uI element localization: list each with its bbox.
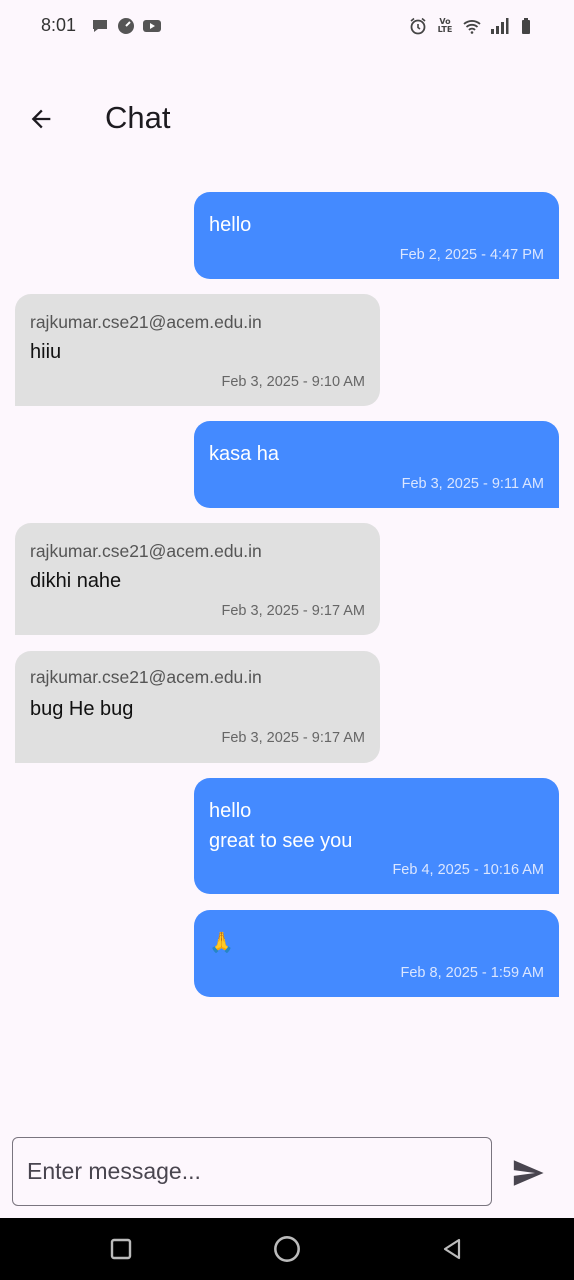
message-timestamp: Feb 3, 2025 - 9:17 AM — [221, 730, 365, 746]
recents-button[interactable] — [106, 1234, 136, 1264]
message-text: dikhi nahe — [30, 570, 122, 592]
back-triangle-icon — [443, 1238, 461, 1260]
send-button[interactable] — [506, 1151, 550, 1195]
message-input[interactable] — [12, 1137, 492, 1206]
back-button[interactable] — [18, 96, 64, 142]
message-timestamp: Feb 3, 2025 - 9:11 AM — [401, 476, 544, 492]
message-timestamp: Feb 3, 2025 - 9:10 AM — [221, 374, 365, 390]
message-sender: rajkumar.cse21@acem.edu.in — [30, 312, 262, 332]
send-icon — [513, 1160, 544, 1186]
signal-icon — [489, 16, 509, 36]
status-time: 8:01 — [41, 15, 77, 35]
message-bubble-sent[interactable]: kasa ha Feb 3, 2025 - 9:11 AM — [194, 421, 559, 508]
message-timestamp: Feb 8, 2025 - 1:59 AM — [400, 965, 544, 981]
message-text: bug He bug — [30, 698, 134, 720]
system-icons: Vo LTE — [408, 16, 536, 36]
wifi-icon — [462, 16, 482, 36]
volte-icon: Vo LTE — [437, 17, 453, 34]
home-button[interactable] — [272, 1234, 302, 1264]
speedometer-icon — [116, 16, 136, 36]
message-bubble-received[interactable]: rajkumar.cse21@acem.edu.in bug He bug Fe… — [15, 651, 380, 763]
app-bar: Chat — [0, 72, 574, 164]
status-bar: 8:01 Vo LTE — [0, 0, 574, 52]
nav-back-button[interactable] — [437, 1234, 467, 1264]
message-bubble-sent[interactable]: 🙏 Feb 8, 2025 - 1:59 AM — [194, 910, 559, 997]
message-timestamp: Feb 4, 2025 - 10:16 AM — [392, 862, 544, 878]
page-title: Chat — [105, 100, 171, 135]
message-bubble-sent[interactable]: hello Feb 2, 2025 - 4:47 PM — [194, 192, 559, 279]
alarm-icon — [408, 16, 428, 36]
system-nav-bar — [0, 1218, 574, 1280]
message-bubble-sent[interactable]: hello great to see you Feb 4, 2025 - 10:… — [194, 778, 559, 894]
message-text: hello great to see you — [209, 800, 353, 852]
message-sender: rajkumar.cse21@acem.edu.in — [30, 667, 262, 687]
arrow-left-icon — [31, 109, 51, 129]
home-circle-icon — [274, 1236, 300, 1262]
chat-notification-icon — [90, 16, 110, 36]
message-composer — [0, 1137, 574, 1207]
message-text: hello — [209, 214, 252, 236]
message-text: hiiu — [30, 341, 62, 363]
message-timestamp: Feb 3, 2025 - 9:17 AM — [221, 603, 365, 619]
message-bubble-received[interactable]: rajkumar.cse21@acem.edu.in dikhi nahe Fe… — [15, 523, 380, 635]
message-text: 🙏 — [209, 932, 234, 954]
youtube-icon — [142, 16, 162, 36]
message-bubble-received[interactable]: rajkumar.cse21@acem.edu.in hiiu Feb 3, 2… — [15, 294, 380, 406]
recents-square-icon — [110, 1238, 132, 1260]
message-sender: rajkumar.cse21@acem.edu.in — [30, 541, 262, 561]
message-text: kasa ha — [209, 443, 280, 465]
message-timestamp: Feb 2, 2025 - 4:47 PM — [399, 247, 544, 263]
notification-icons — [90, 16, 162, 36]
battery-icon — [516, 16, 536, 36]
